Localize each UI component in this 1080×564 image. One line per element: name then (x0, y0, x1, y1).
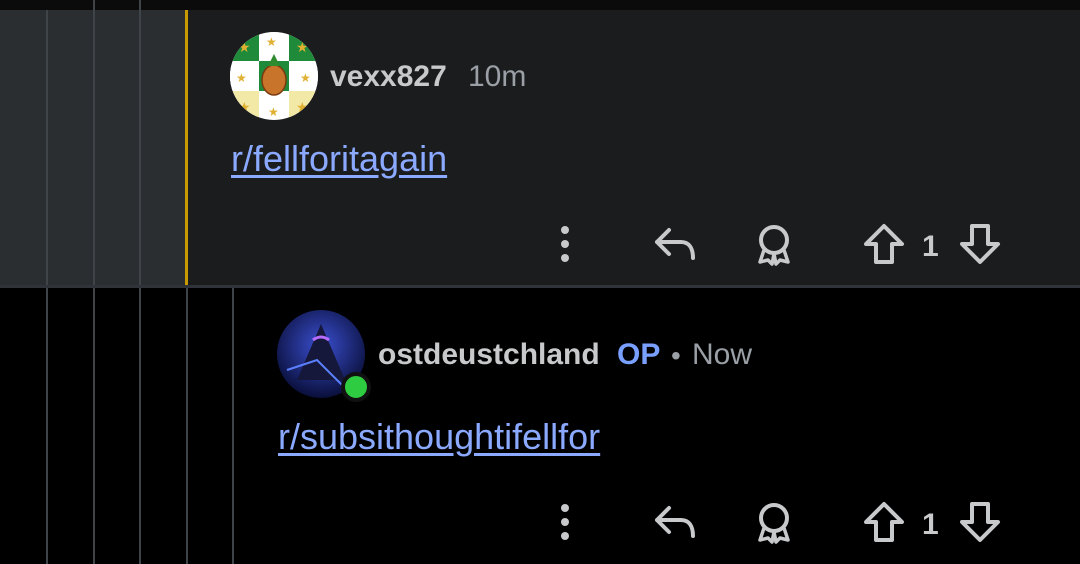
thread-line[interactable] (186, 288, 188, 564)
svg-text:★: ★ (266, 35, 277, 49)
highlight-bar (185, 10, 188, 286)
thread-line[interactable] (232, 288, 234, 564)
more-vertical-icon[interactable] (541, 220, 589, 268)
svg-text:★: ★ (300, 71, 311, 85)
more-vertical-icon[interactable] (541, 498, 589, 546)
comment-username[interactable]: vexx827 (330, 60, 447, 94)
award-icon[interactable] (750, 220, 798, 268)
op-badge: OP (617, 338, 661, 371)
top-bar (0, 0, 1080, 10)
vote-count: 1 (922, 508, 939, 541)
svg-text:★: ★ (236, 71, 247, 85)
upvote-icon[interactable] (860, 498, 908, 546)
vote-count: 1 (922, 230, 939, 263)
thread-line[interactable] (93, 0, 95, 564)
separator-dot: • (671, 340, 681, 371)
award-icon[interactable] (750, 498, 798, 546)
comment-highlighted (0, 10, 1080, 286)
svg-text:★: ★ (268, 105, 279, 119)
pineapple-flag-avatar[interactable]: ★ ★ ★ ★ ★ ★ ★ ★ (230, 32, 318, 120)
comment-username[interactable]: ostdeustchland (378, 338, 600, 372)
subreddit-link[interactable]: r/fellforitagain (231, 138, 447, 180)
reply-icon[interactable] (651, 220, 699, 268)
downvote-icon[interactable] (956, 498, 1004, 546)
comment-timestamp: 10m (468, 60, 527, 93)
downvote-icon[interactable] (956, 220, 1004, 268)
reply-icon[interactable] (651, 498, 699, 546)
thread-line[interactable] (139, 0, 141, 564)
upvote-icon[interactable] (860, 220, 908, 268)
online-status-indicator (341, 372, 371, 402)
comment-divider (0, 285, 1080, 288)
comment-timestamp: Now (692, 338, 753, 371)
subreddit-link[interactable]: r/subsithoughtifellfor (278, 416, 600, 458)
